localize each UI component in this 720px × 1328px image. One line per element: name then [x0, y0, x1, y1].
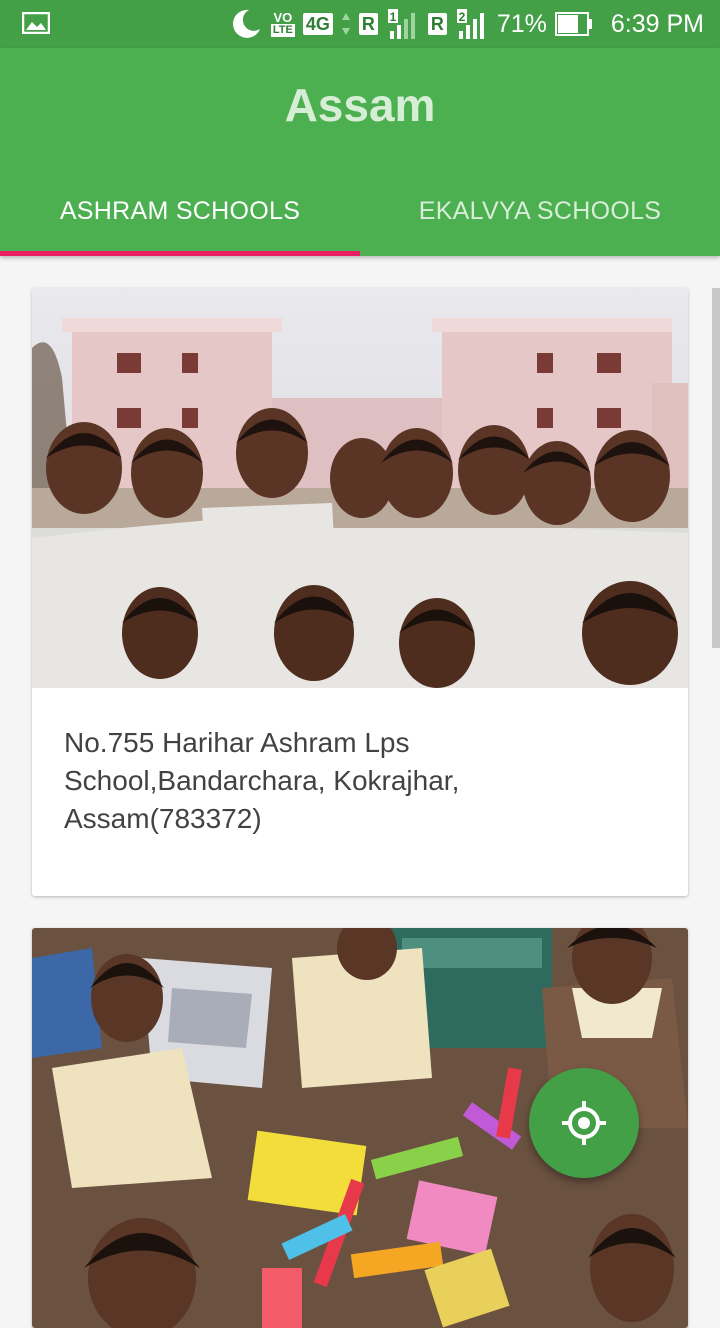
scrollbar[interactable] [712, 288, 720, 648]
status-bar: VO LTE 4G R 1 R 2 71% 6:39 PM [0, 0, 720, 48]
svg-text:2: 2 [459, 10, 466, 24]
my-location-button[interactable] [529, 1068, 639, 1178]
svg-text:1: 1 [390, 10, 397, 24]
tab-ashram-schools[interactable]: ASHRAM SCHOOLS [0, 166, 360, 256]
school-card[interactable]: No.755 Harihar Ashram Lps School,Bandarc… [32, 288, 688, 896]
sim2-signal-icon: 2 [456, 9, 484, 39]
app-bar: Assam ASHRAM SCHOOLS EKALVYA SCHOOLS [0, 48, 720, 256]
my-location-icon [562, 1101, 606, 1145]
sim2-roaming-badge: R [427, 13, 447, 35]
tab-ekalvya-schools[interactable]: EKALVYA SCHOOLS [360, 166, 720, 256]
volte-icon: VO LTE [270, 10, 295, 37]
clock: 6:39 PM [610, 9, 704, 38]
page-title: Assam [284, 79, 436, 131]
network-type-badge: 4G [302, 13, 333, 35]
data-arrows-icon [341, 13, 350, 35]
sim1-roaming-badge: R [358, 13, 378, 35]
tab-bar: ASHRAM SCHOOLS EKALVYA SCHOOLS [0, 166, 720, 256]
school-card-image [32, 288, 688, 688]
battery-icon [554, 12, 592, 36]
do-not-disturb-moon-icon [232, 9, 260, 38]
sim1-signal-icon: 1 [387, 9, 415, 39]
battery-percentage: 71% [496, 9, 547, 38]
school-address: No.755 Harihar Ashram Lps School,Bandarc… [64, 727, 460, 834]
gallery-notification-icon [22, 12, 50, 34]
